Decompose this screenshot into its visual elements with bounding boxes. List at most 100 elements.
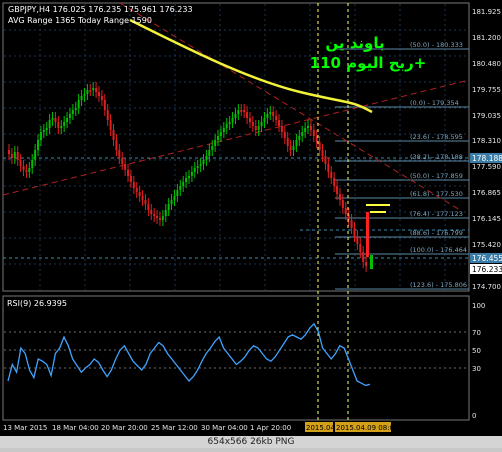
candle-body <box>211 146 214 150</box>
candle-body <box>179 186 182 190</box>
candle-body <box>57 122 60 128</box>
image-footer: 654x566 26kb PNG <box>0 436 502 448</box>
candle-body <box>63 122 66 126</box>
price-axis-label: 175.420 <box>472 241 501 249</box>
candle-body <box>283 132 286 138</box>
fib-level-label: (76.4) - 177.123 <box>410 210 463 218</box>
candle-body <box>286 138 289 146</box>
candle-body <box>353 228 356 236</box>
range-info: AVG Range 1365 Today Range 1590 <box>8 16 152 25</box>
candle-body <box>260 122 263 126</box>
candle-body <box>228 122 231 124</box>
candle-body <box>25 170 28 172</box>
rsi-axis-label: 50 <box>472 347 481 355</box>
candle-body <box>301 132 304 136</box>
candle-body <box>83 94 86 96</box>
candle-body <box>263 118 266 122</box>
candle-body <box>135 188 138 192</box>
price-axis-label: 177.590 <box>472 163 501 171</box>
candle-body <box>315 136 318 142</box>
candle-body <box>298 136 301 140</box>
candle-body-drop <box>366 212 369 257</box>
price-axis-label: 176.145 <box>472 215 501 223</box>
candle-body <box>170 200 173 204</box>
candle-body <box>115 140 118 150</box>
price-axis-label: 179.035 <box>472 112 501 120</box>
candle-body <box>257 126 260 130</box>
candle-body <box>330 172 333 178</box>
candle-body <box>109 120 112 130</box>
candle-body <box>214 140 217 146</box>
candle-body <box>124 164 127 170</box>
candle-body <box>344 208 347 214</box>
price-axis-label: 176.865 <box>472 189 501 197</box>
fib-level-label: (50.0) - 180.333 <box>410 41 463 49</box>
candle-body <box>356 236 359 244</box>
candle-body <box>362 252 365 262</box>
price-axis-label: 179.755 <box>472 86 501 94</box>
candle-body <box>327 164 330 172</box>
overlay-text-title: باوند ين <box>325 34 384 52</box>
candle-body <box>202 160 205 164</box>
candle-body <box>54 118 57 122</box>
fib-level-label: (0.0) - 179.354 <box>410 99 459 107</box>
candle-body <box>60 126 63 128</box>
candle-body <box>292 146 295 150</box>
time-axis-label: 18 Mar 04:00 <box>52 424 99 432</box>
candle-body <box>28 168 31 172</box>
price-tag-fib-text: 178.188 <box>472 154 502 163</box>
fib-level-label: (61.8) - 177.530 <box>410 190 463 198</box>
price-axis-label: 181.200 <box>472 34 501 42</box>
candle-body <box>324 156 327 164</box>
candle-body <box>251 122 254 126</box>
candle-body <box>121 158 124 164</box>
candle-body <box>341 200 344 208</box>
rsi-axis-label: 70 <box>472 329 481 337</box>
time-axis-label: 20 Mar 20:00 <box>101 424 148 432</box>
candle-body <box>208 150 211 156</box>
candle-body <box>217 136 220 140</box>
candle-body <box>153 214 156 216</box>
candle-body <box>234 114 237 118</box>
candle-body <box>321 150 324 156</box>
candle-body <box>185 178 188 182</box>
chart-window: (50.0) - 180.333 (0.0) - 179.354 (23.6) - … <box>0 0 502 448</box>
candle-body <box>112 130 115 140</box>
candle-body <box>89 90 92 92</box>
candle-body <box>19 160 22 166</box>
price-axis-label: 180.480 <box>472 60 501 68</box>
candle-body <box>95 88 98 92</box>
candle-body <box>138 192 141 196</box>
time-axis-label: 2015.04.09 08:00 <box>336 424 398 432</box>
candle-body <box>275 116 278 120</box>
candle-body <box>158 218 161 220</box>
fib-level-label: (50.0) - 177.859 <box>410 172 463 180</box>
current-price-text: 176.233 <box>472 265 502 274</box>
candle-body <box>278 120 280 126</box>
candle-body <box>254 126 257 130</box>
fib-level-label: (23.6) - 178.595 <box>410 133 463 141</box>
candle-body <box>45 128 48 130</box>
candle-body <box>106 110 109 120</box>
candle-body <box>103 100 106 110</box>
candle-body <box>266 114 269 118</box>
candle-body <box>246 112 249 118</box>
candle-body <box>225 124 228 128</box>
candle-body <box>161 216 164 220</box>
candle-body <box>66 118 69 122</box>
candle-body <box>231 118 234 122</box>
candle-body <box>289 146 292 150</box>
candle-body <box>16 152 19 160</box>
candle-body <box>77 100 80 108</box>
candle-body <box>164 210 167 216</box>
candle-body <box>248 118 251 122</box>
candle-body <box>13 152 16 158</box>
time-axis: 13 Mar 2015 18 Mar 04:00 20 Mar 20:00 25 Ma… <box>3 422 398 432</box>
candle-body <box>48 120 51 128</box>
candle-body <box>74 108 77 110</box>
candle-body <box>100 96 103 100</box>
candle-body <box>37 140 40 150</box>
chart-canvas[interactable]: (50.0) - 180.333 (0.0) - 179.354 (23.6) - … <box>0 0 502 448</box>
price-axis-label: 178.310 <box>472 137 501 145</box>
candle-body <box>222 128 225 132</box>
